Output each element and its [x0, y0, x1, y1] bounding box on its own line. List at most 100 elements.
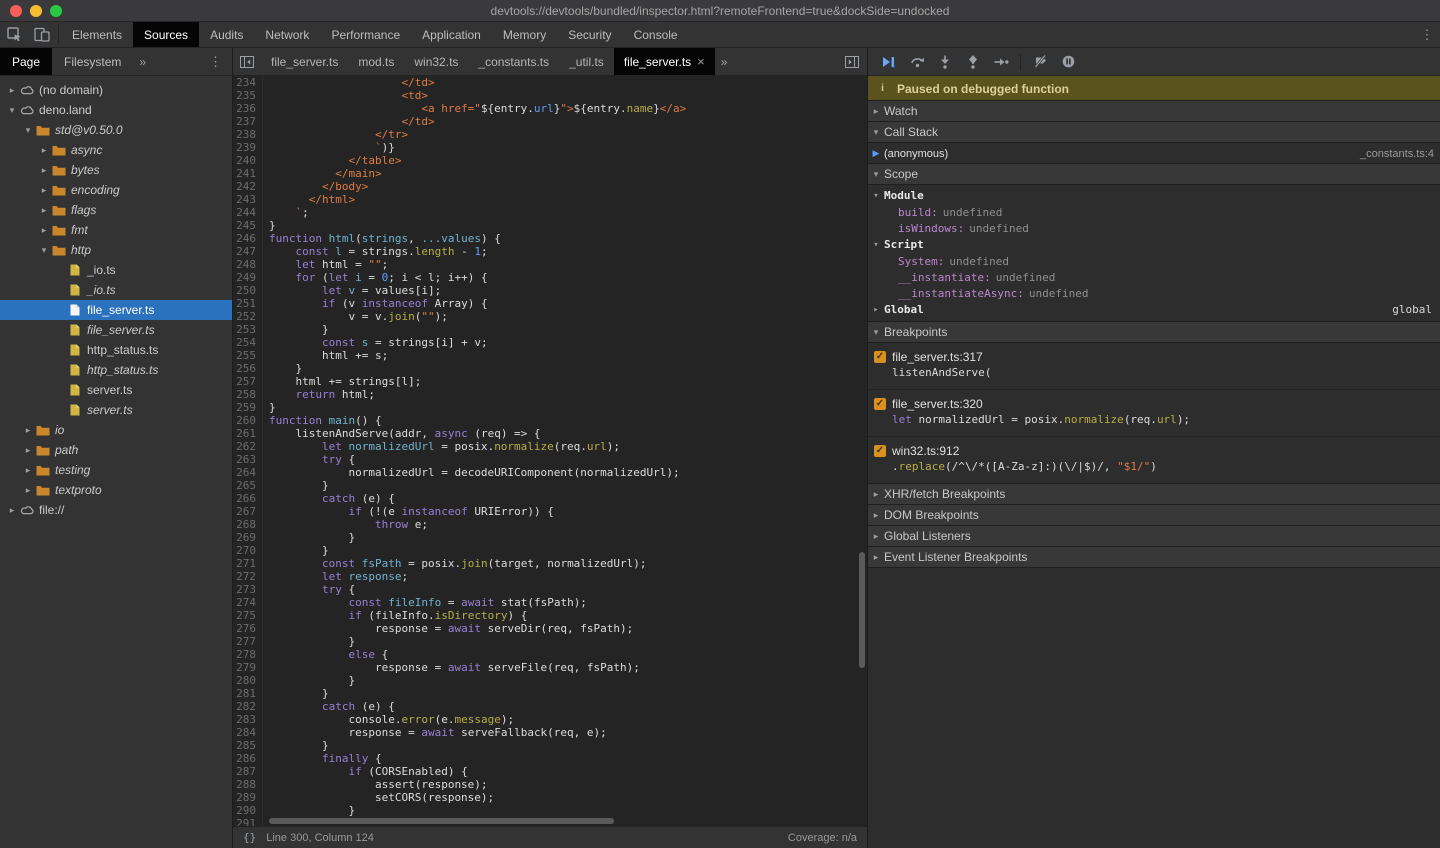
section-global-listeners[interactable]: ▸Global Listeners: [868, 525, 1440, 547]
code-text[interactable]: if (v instanceof Array) {: [263, 297, 488, 310]
code-text[interactable]: }: [263, 362, 302, 375]
line-number[interactable]: 249: [233, 271, 263, 284]
line-number[interactable]: 237: [233, 115, 263, 128]
line-number[interactable]: 283: [233, 713, 263, 726]
code-text[interactable]: try {: [263, 583, 355, 596]
line-number[interactable]: 265: [233, 479, 263, 492]
file-tab-file_server.ts[interactable]: file_server.ts×: [614, 48, 715, 75]
code-text[interactable]: catch (e) {: [263, 700, 395, 713]
line-number[interactable]: 281: [233, 687, 263, 700]
code-text[interactable]: if (CORSEnabled) {: [263, 765, 468, 778]
code-text[interactable]: }: [263, 687, 329, 700]
tree-item-server-ts[interactable]: server.ts: [0, 400, 232, 420]
line-number[interactable]: 284: [233, 726, 263, 739]
code-text[interactable]: let normalizedUrl = posix.normalize(req.…: [263, 440, 620, 453]
code-text[interactable]: </html>: [263, 193, 355, 206]
step-into-button[interactable]: [932, 51, 958, 73]
code-text[interactable]: }: [263, 401, 276, 414]
scope-property[interactable]: __instantiateAsync:undefined: [868, 285, 1440, 301]
breakpoint-checkbox[interactable]: ✓: [874, 445, 886, 457]
breakpoint-entry[interactable]: ✓win32.ts:912.replace(/^\/*([A-Za-z]:)(\…: [868, 437, 1440, 484]
step-button[interactable]: [988, 51, 1014, 73]
scope-group-global[interactable]: ▸Globalglobal: [868, 301, 1440, 318]
section-call-stack[interactable]: ▾ Call Stack: [868, 121, 1440, 143]
code-text[interactable]: if (!(e instanceof URIError)) {: [263, 505, 554, 518]
tab-security[interactable]: Security: [557, 22, 622, 47]
code-text[interactable]: const fsPath = posix.join(target, normal…: [263, 557, 647, 570]
line-number[interactable]: 239: [233, 141, 263, 154]
code-text[interactable]: function html(strings, ...values) {: [263, 232, 501, 245]
line-number[interactable]: 240: [233, 154, 263, 167]
line-number[interactable]: 270: [233, 544, 263, 557]
code-text[interactable]: try {: [263, 453, 355, 466]
section-xhr-fetch-breakpoints[interactable]: ▸XHR/fetch Breakpoints: [868, 483, 1440, 505]
tree-item-bytes[interactable]: ▸bytes: [0, 160, 232, 180]
code-text[interactable]: }: [263, 219, 276, 232]
file-tab-_constants.ts[interactable]: _constants.ts: [468, 48, 559, 75]
code-text[interactable]: for (let i = 0; i < l; i++) {: [263, 271, 488, 284]
deactivate-breakpoints-button[interactable]: [1027, 51, 1053, 73]
pretty-print-button[interactable]: {}: [233, 831, 266, 844]
line-number[interactable]: 285: [233, 739, 263, 752]
code-text[interactable]: const s = strings[i] + v;: [263, 336, 488, 349]
horizontal-scrollbar[interactable]: [269, 818, 614, 824]
section-dom-breakpoints[interactable]: ▸DOM Breakpoints: [868, 504, 1440, 526]
tree-item-deno-land[interactable]: ▾deno.land: [0, 100, 232, 120]
section-event-listener-breakpoints[interactable]: ▸Event Listener Breakpoints: [868, 546, 1440, 568]
line-number[interactable]: 234: [233, 76, 263, 89]
code-text[interactable]: let response;: [263, 570, 408, 583]
step-out-button[interactable]: [960, 51, 986, 73]
line-number[interactable]: 250: [233, 284, 263, 297]
navigator-more-icon[interactable]: ⋮: [199, 48, 232, 75]
line-number[interactable]: 291: [233, 817, 263, 826]
section-scope[interactable]: ▾ Scope: [868, 163, 1440, 185]
tab-application[interactable]: Application: [411, 22, 492, 47]
code-text[interactable]: html += s;: [263, 349, 388, 362]
code-text[interactable]: html += strings[l];: [263, 375, 421, 388]
line-number[interactable]: 271: [233, 557, 263, 570]
file-tab-mod.ts[interactable]: mod.ts: [348, 48, 404, 75]
tree-item-path[interactable]: ▸path: [0, 440, 232, 460]
line-number[interactable]: 242: [233, 180, 263, 193]
line-number[interactable]: 251: [233, 297, 263, 310]
tree-item-http[interactable]: ▾http: [0, 240, 232, 260]
tree-item-http-status-ts[interactable]: http_status.ts: [0, 360, 232, 380]
code-text[interactable]: </body>: [263, 180, 368, 193]
code-text[interactable]: }: [263, 804, 355, 817]
code-text[interactable]: setCORS(response);: [263, 791, 494, 804]
line-number[interactable]: 282: [233, 700, 263, 713]
tree-item-std-v0-50-0[interactable]: ▾std@v0.50.0: [0, 120, 232, 140]
main-menu-icon[interactable]: ⋮: [1414, 22, 1440, 47]
line-number[interactable]: 261: [233, 427, 263, 440]
line-number[interactable]: 248: [233, 258, 263, 271]
tabs-overflow-icon[interactable]: »: [715, 48, 734, 75]
code-text[interactable]: const fileInfo = await stat(fsPath);: [263, 596, 587, 609]
tab-network[interactable]: Network: [254, 22, 320, 47]
code-text[interactable]: </td>: [263, 76, 435, 89]
breakpoint-checkbox[interactable]: ✓: [874, 398, 886, 410]
line-number[interactable]: 276: [233, 622, 263, 635]
code-text[interactable]: response = await serveFile(req, fsPath);: [263, 661, 640, 674]
line-number[interactable]: 262: [233, 440, 263, 453]
line-number[interactable]: 280: [233, 674, 263, 687]
line-number[interactable]: 256: [233, 362, 263, 375]
tree-item-io[interactable]: ▸io: [0, 420, 232, 440]
call-stack-frame[interactable]: ▶(anonymous)_constants.ts:4: [868, 143, 1440, 164]
tree-item--io-ts[interactable]: _io.ts: [0, 280, 232, 300]
line-number[interactable]: 259: [233, 401, 263, 414]
tab-memory[interactable]: Memory: [492, 22, 557, 47]
code-text[interactable]: }: [263, 531, 355, 544]
file-tab-file_server.ts[interactable]: file_server.ts: [261, 48, 348, 75]
line-number[interactable]: 247: [233, 245, 263, 258]
line-number[interactable]: 290: [233, 804, 263, 817]
code-text[interactable]: </td>: [263, 115, 435, 128]
close-icon[interactable]: ×: [697, 54, 705, 69]
tree-item-encoding[interactable]: ▸encoding: [0, 180, 232, 200]
line-number[interactable]: 236: [233, 102, 263, 115]
code-text[interactable]: <td>: [263, 89, 428, 102]
line-number[interactable]: 264: [233, 466, 263, 479]
code-text[interactable]: finally {: [263, 752, 382, 765]
navigator-overflow-icon[interactable]: »: [133, 48, 152, 75]
scope-group-script[interactable]: ▾Script: [868, 236, 1440, 253]
line-number[interactable]: 254: [233, 336, 263, 349]
